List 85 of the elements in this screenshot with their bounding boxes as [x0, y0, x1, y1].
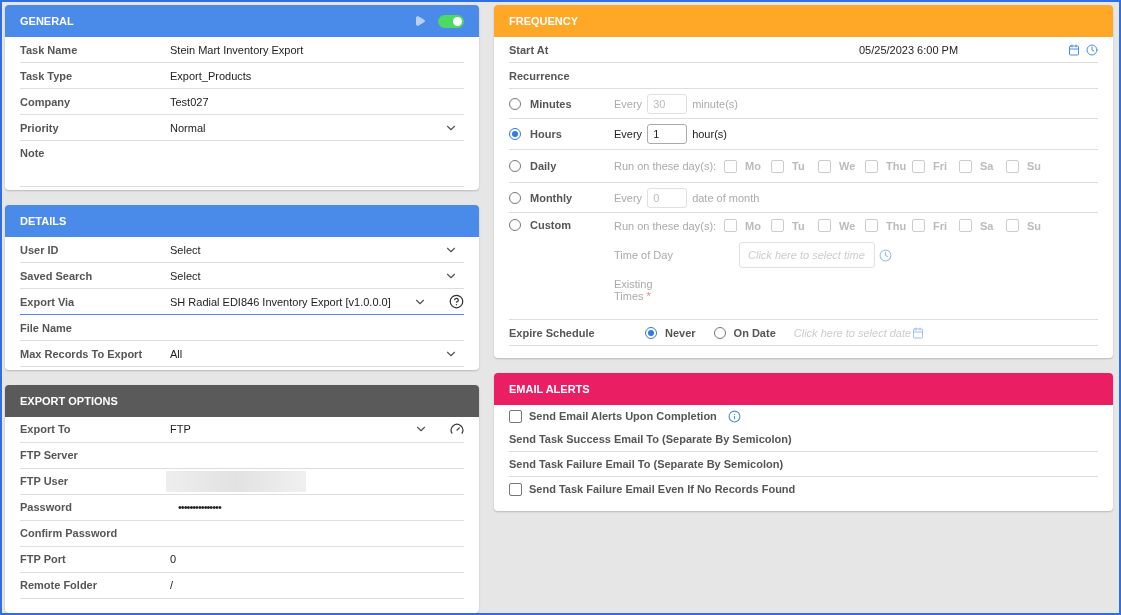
password-value: ••••••••••••••• — [177, 501, 223, 514]
field-value: All — [170, 347, 184, 360]
day-label: We — [839, 160, 856, 172]
unit-label: minute(s) — [692, 97, 738, 110]
option-label: Hours — [530, 128, 562, 140]
field-label: Task Type — [20, 69, 74, 82]
option-label: Minutes — [530, 97, 572, 110]
unit-label: date of month — [692, 191, 760, 204]
every-label: Every — [614, 97, 643, 110]
field-value: / — [170, 579, 175, 592]
option-label: Never — [665, 326, 696, 339]
field-label: Recurrence — [509, 69, 571, 82]
day-label: Tu — [792, 160, 805, 172]
field-value: 0 — [170, 553, 178, 566]
field-label: Send Task Success Email To (Separate By Semicolon) — [509, 433, 792, 445]
section-title: EMAIL ALERTS — [509, 383, 590, 395]
field-value: Select — [170, 269, 202, 282]
option-label: Custom — [530, 219, 571, 231]
field-label: Company — [20, 95, 72, 108]
checkbox[interactable] — [509, 409, 522, 423]
option-label: On Date — [733, 326, 776, 339]
day-label: Sa — [980, 219, 994, 232]
day-label: Sa — [980, 160, 994, 172]
option-label: Monthly — [530, 191, 573, 204]
day-label: Tu — [792, 219, 805, 232]
option-label: Daily — [530, 160, 557, 172]
field-label: Priority — [20, 121, 60, 134]
field-label: File Name — [20, 321, 73, 334]
field-label: Remote Folder — [20, 579, 98, 592]
clock-icon[interactable] — [1086, 43, 1098, 56]
day-label: Mo — [745, 160, 761, 172]
field-label: Confirm Password — [20, 527, 119, 540]
section-title: FREQUENCY — [509, 15, 579, 27]
field-value: 05/25/2023 6:00 PM — [859, 43, 960, 56]
section-title: EXPORT OPTIONS — [20, 394, 118, 407]
day-label: Su — [1027, 160, 1042, 172]
unit-label: hour(s) — [692, 128, 727, 140]
help-icon[interactable] — [449, 294, 464, 310]
field-label: Max Records To Export — [20, 347, 144, 360]
field-label: Password — [20, 501, 73, 514]
day-label: Fri — [933, 160, 948, 172]
checkbox-label: Send Email Alerts Upon Completion — [529, 410, 717, 422]
info-icon[interactable] — [727, 409, 741, 423]
field-label: Send Task Failure Email To (Separate By Semicolon) — [509, 458, 784, 470]
field-label: User ID — [20, 243, 60, 256]
number-input[interactable]: 1 — [647, 124, 688, 144]
section-title: GENERAL — [20, 15, 74, 27]
existing-times-label: Existing Times * — [614, 278, 654, 302]
day-label: Mo — [745, 219, 761, 232]
checkbox-label: Send Task Failure Email Even If No Records Found — [529, 483, 796, 495]
field-value: Select — [170, 243, 202, 256]
day-label: Thu — [886, 160, 907, 172]
field-label: FTP User — [20, 475, 70, 488]
field-value: Export_Products — [170, 69, 253, 82]
every-label: Every — [614, 191, 643, 204]
calendar-icon[interactable] — [911, 326, 924, 339]
field-label: Export Via — [20, 295, 76, 308]
day-label: Su — [1027, 219, 1042, 232]
field-value: Test027 — [170, 95, 210, 108]
calendar-icon[interactable] — [1068, 43, 1080, 56]
field-value: Normal — [170, 121, 207, 134]
checkbox[interactable] — [509, 482, 522, 496]
days-label: Run on these day(s): — [614, 160, 718, 172]
section-title: DETAILS — [20, 215, 67, 228]
day-label: Thu — [886, 219, 907, 232]
gauge-icon[interactable] — [450, 422, 464, 437]
field-label: Saved Search — [20, 269, 94, 282]
field-label: Expire Schedule — [509, 326, 596, 339]
field-label: Start At — [509, 43, 550, 56]
toggle-switch[interactable] — [438, 14, 464, 28]
field-label: Export To — [20, 423, 72, 436]
field-value: FTP — [170, 423, 192, 436]
day-label: We — [839, 219, 856, 232]
play-icon[interactable] — [414, 15, 426, 27]
clock-icon[interactable] — [879, 248, 892, 262]
days-label: Run on these day(s): — [614, 219, 718, 232]
field-label: Note — [20, 147, 46, 159]
field-label: Task Name — [20, 43, 79, 56]
every-label: Every — [614, 128, 643, 140]
field-label: FTP Port — [20, 553, 67, 566]
field-label: FTP Server — [20, 449, 79, 462]
field-value: Stein Mart Inventory Export — [170, 43, 305, 56]
day-label: Fri — [933, 219, 948, 232]
time-of-day-label: Time of Day — [614, 249, 674, 261]
field-value: SH Radial EDI846 Inventory Export [v1.0.0.0] — [170, 295, 392, 308]
